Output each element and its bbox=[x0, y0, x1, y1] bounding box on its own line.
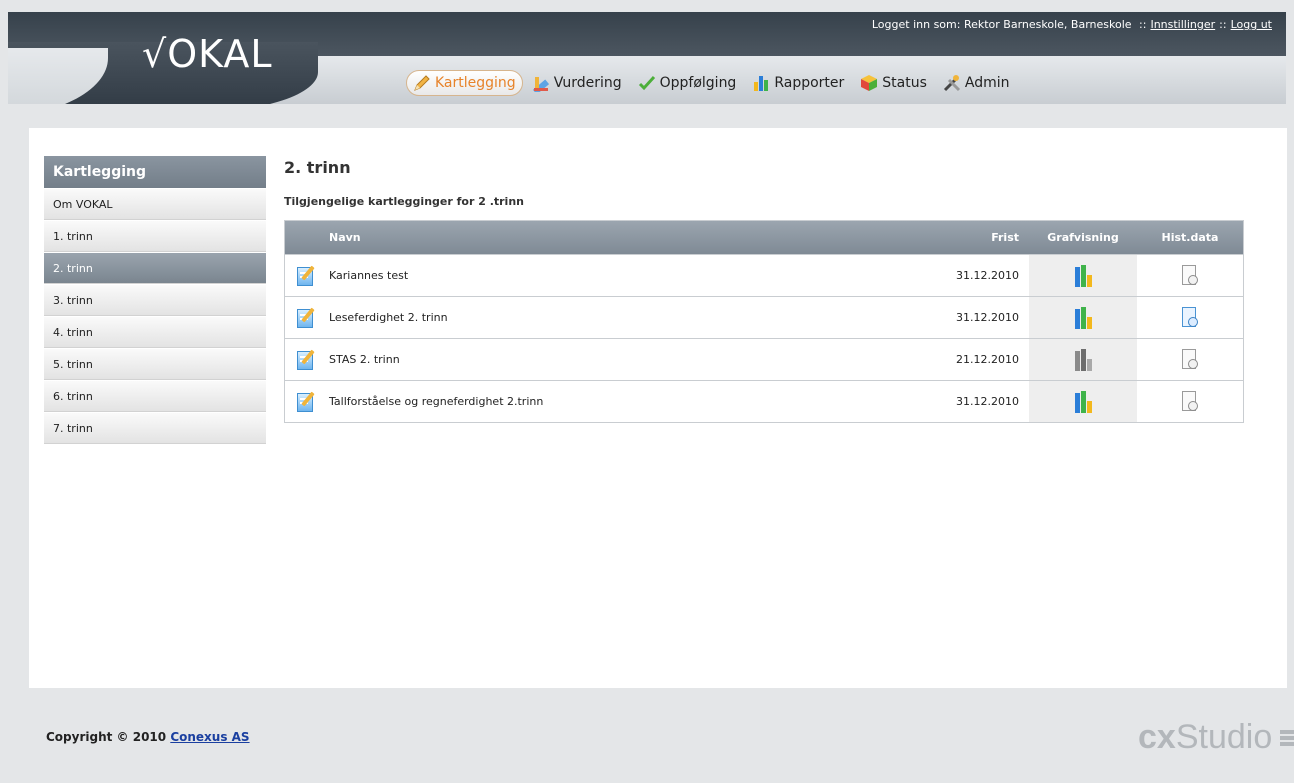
assessment-name[interactable]: STAS 2. trinn bbox=[329, 353, 869, 366]
logout-link[interactable]: Logg ut bbox=[1231, 18, 1272, 31]
main-nav: Kartlegging Vurdering Oppfølging Rapport… bbox=[406, 68, 1017, 98]
pencil-icon bbox=[414, 75, 430, 91]
nav-label: Rapporter bbox=[774, 75, 845, 91]
nav-label: Vurdering bbox=[553, 75, 622, 91]
nav-vurdering[interactable]: Vurdering bbox=[525, 70, 629, 96]
cxstudio-logo: cxStudio bbox=[1138, 718, 1294, 757]
nav-admin[interactable]: Admin bbox=[936, 70, 1017, 96]
nav-label: Status bbox=[882, 75, 927, 91]
settings-link[interactable]: Innstillinger bbox=[1150, 18, 1215, 31]
bar-chart-icon[interactable] bbox=[1074, 306, 1092, 329]
graph-view-cell bbox=[1029, 381, 1137, 422]
logged-in-text: Logget inn som: Rektor Barneskole, Barne… bbox=[871, 18, 1132, 31]
edit-document-icon[interactable] bbox=[285, 391, 329, 413]
table-row[interactable]: Tallforståelse og regneferdighet 2.trinn… bbox=[285, 380, 1243, 422]
separator: :: bbox=[1219, 18, 1227, 31]
footer-copyright: Copyright © 2010 Conexus AS bbox=[46, 730, 250, 744]
table-row[interactable]: Leseferdighet 2. trinn 31.12.2010 bbox=[285, 296, 1243, 338]
deadline-value: 31.12.2010 bbox=[956, 395, 1019, 408]
user-bar: Logget inn som: Rektor Barneskole, Barne… bbox=[872, 18, 1272, 31]
hist-data-cell bbox=[1137, 306, 1243, 329]
assessment-name[interactable]: Kariannes test bbox=[329, 269, 869, 282]
history-document-icon[interactable] bbox=[1181, 264, 1199, 287]
content-panel: Kartlegging Om VOKAL 1. trinn 2. trinn 3… bbox=[29, 128, 1287, 688]
ruler-icon bbox=[532, 77, 549, 92]
nav-label: Admin bbox=[964, 75, 1010, 91]
stack-icon bbox=[1280, 729, 1294, 746]
assessment-name[interactable]: Leseferdighet 2. trinn bbox=[329, 311, 869, 324]
history-document-icon[interactable] bbox=[1181, 390, 1199, 413]
sidebar-item-1-trinn[interactable]: 1. trinn bbox=[44, 220, 266, 252]
separator: :: bbox=[1139, 18, 1147, 31]
nav-label: Oppfølging bbox=[659, 75, 737, 91]
sidebar-item-4-trinn[interactable]: 4. trinn bbox=[44, 316, 266, 348]
column-header-graph: Grafvisning bbox=[1047, 231, 1119, 244]
nav-rapporter[interactable]: Rapporter bbox=[745, 70, 851, 96]
sidebar: Kartlegging Om VOKAL 1. trinn 2. trinn 3… bbox=[44, 156, 266, 444]
sidebar-item-2-trinn[interactable]: 2. trinn bbox=[44, 252, 266, 284]
column-header-hist: Hist.data bbox=[1161, 231, 1219, 244]
edit-document-icon[interactable] bbox=[285, 349, 329, 371]
table-row[interactable]: STAS 2. trinn 21.12.2010 bbox=[285, 338, 1243, 380]
assessment-table: Navn Frist Grafvisning Hist.data Kariann… bbox=[284, 220, 1244, 423]
column-header-deadline[interactable]: Frist bbox=[869, 231, 1029, 244]
page-title: 2. trinn bbox=[284, 158, 351, 177]
sidebar-item-om-vokal[interactable]: Om VOKAL bbox=[44, 188, 266, 220]
app-header: √OKAL Logget inn som: Rektor Barneskole,… bbox=[8, 12, 1286, 104]
history-document-icon[interactable] bbox=[1181, 306, 1199, 329]
deadline-value: 31.12.2010 bbox=[956, 311, 1019, 324]
nav-oppfolging[interactable]: Oppfølging bbox=[631, 70, 744, 96]
deadline-value: 21.12.2010 bbox=[956, 353, 1019, 366]
nav-label: Kartlegging bbox=[435, 75, 516, 91]
hist-data-cell bbox=[1137, 390, 1243, 413]
nav-kartlegging[interactable]: Kartlegging bbox=[406, 70, 523, 96]
hist-data-cell bbox=[1137, 348, 1243, 371]
sidebar-item-7-trinn[interactable]: 7. trinn bbox=[44, 412, 266, 444]
checkmark-icon bbox=[638, 75, 655, 91]
cube-icon bbox=[861, 75, 878, 91]
column-header-name[interactable]: Navn bbox=[329, 231, 869, 244]
bar-chart-icon-disabled bbox=[1074, 348, 1092, 371]
sidebar-item-6-trinn[interactable]: 6. trinn bbox=[44, 380, 266, 412]
deadline-value: 31.12.2010 bbox=[956, 269, 1019, 282]
history-document-icon[interactable] bbox=[1181, 348, 1199, 371]
bar-chart-icon bbox=[754, 76, 769, 91]
graph-view-cell bbox=[1029, 339, 1137, 380]
graph-view-cell bbox=[1029, 255, 1137, 296]
graph-view-cell bbox=[1029, 297, 1137, 338]
edit-document-icon[interactable] bbox=[285, 265, 329, 287]
hist-data-cell bbox=[1137, 264, 1243, 287]
table-row[interactable]: Kariannes test 31.12.2010 bbox=[285, 254, 1243, 296]
main-area: 2. trinn Tilgjengelige kartlegginger for… bbox=[284, 158, 1244, 423]
sidebar-item-5-trinn[interactable]: 5. trinn bbox=[44, 348, 266, 380]
sidebar-title: Kartlegging bbox=[44, 156, 266, 188]
brand-studio: Studio bbox=[1175, 718, 1273, 756]
nav-status[interactable]: Status bbox=[853, 70, 934, 96]
table-header: Navn Frist Grafvisning Hist.data bbox=[285, 221, 1243, 254]
edit-document-icon[interactable] bbox=[285, 307, 329, 329]
sidebar-item-3-trinn[interactable]: 3. trinn bbox=[44, 284, 266, 316]
tools-icon bbox=[943, 75, 960, 92]
brand-cx: cx bbox=[1138, 718, 1176, 756]
bar-chart-icon[interactable] bbox=[1074, 264, 1092, 287]
bar-chart-icon[interactable] bbox=[1074, 390, 1092, 413]
copyright-text: Copyright © 2010 bbox=[46, 730, 167, 744]
vokal-logo[interactable]: √OKAL bbox=[142, 32, 273, 76]
assessment-name[interactable]: Tallforståelse og regneferdighet 2.trinn bbox=[329, 395, 869, 408]
company-link[interactable]: Conexus AS bbox=[170, 730, 249, 744]
section-subheading: Tilgjengelige kartlegginger for 2 .trinn bbox=[284, 195, 524, 208]
